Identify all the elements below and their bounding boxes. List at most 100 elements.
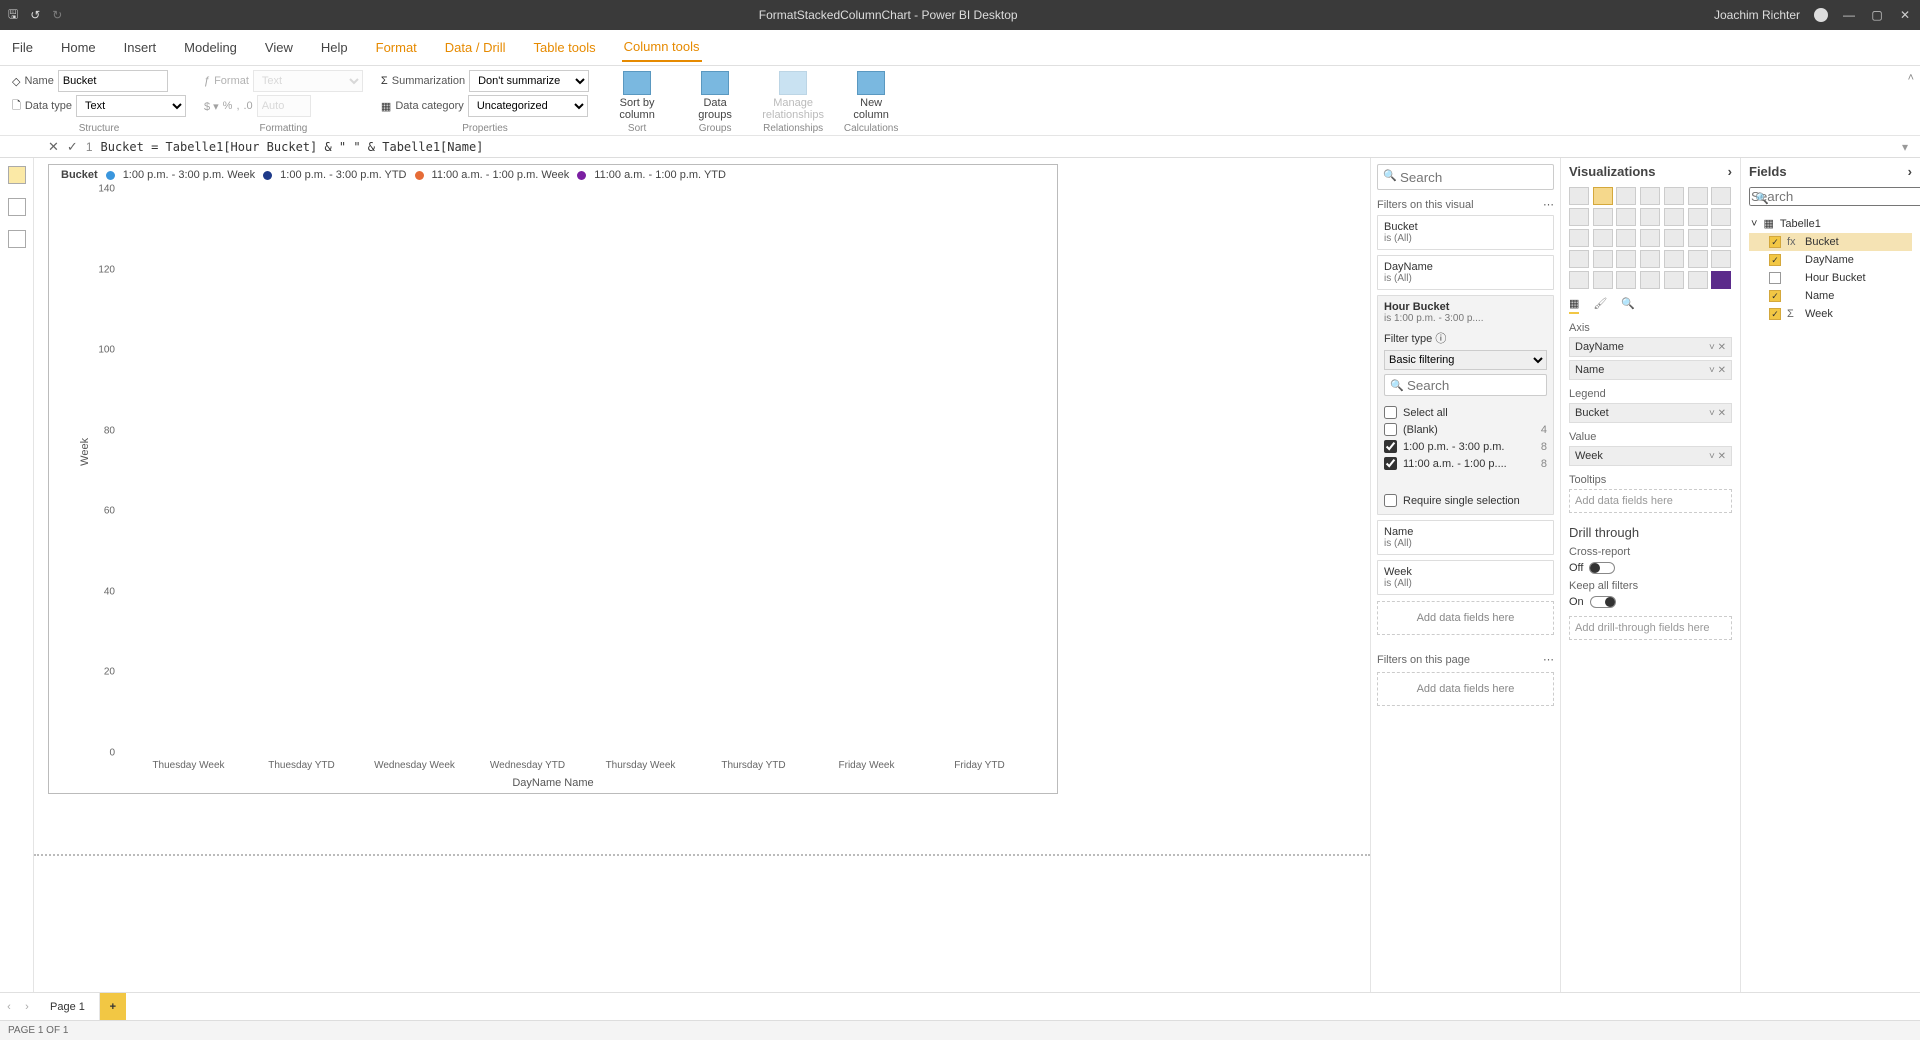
info-icon[interactable]: ⓘ <box>1435 333 1446 345</box>
viz-type-icon[interactable] <box>1688 208 1708 226</box>
format-tab-icon[interactable]: 🖌 <box>1593 297 1607 314</box>
table-header[interactable]: ˅ ▦ Tabelle1 <box>1749 214 1912 233</box>
menu-tab-data-drill[interactable]: Data / Drill <box>443 34 508 61</box>
viz-type-icon[interactable] <box>1569 208 1589 226</box>
menu-tab-column-tools[interactable]: Column tools <box>622 33 702 62</box>
user-name[interactable]: Joachim Richter <box>1714 8 1800 22</box>
filter-card[interactable]: Weekis (All) <box>1377 560 1554 595</box>
data-category-select[interactable]: Uncategorized <box>468 95 588 117</box>
viz-type-icon[interactable] <box>1569 229 1589 247</box>
viz-type-icon[interactable] <box>1711 229 1731 247</box>
summarization-select[interactable]: Don't summarize <box>469 70 589 92</box>
save-icon[interactable]: 🖫 <box>8 5 18 26</box>
viz-type-icon[interactable] <box>1569 250 1589 268</box>
chart-visual[interactable]: Bucket1:00 p.m. - 3:00 p.m. Week1:00 p.m… <box>48 164 1058 794</box>
viz-type-icon[interactable] <box>1569 271 1589 289</box>
viz-type-icon[interactable] <box>1711 250 1731 268</box>
viz-type-icon[interactable] <box>1640 187 1660 205</box>
viz-type-icon[interactable] <box>1711 187 1731 205</box>
viz-type-icon[interactable] <box>1664 187 1684 205</box>
tab-next-icon[interactable]: › <box>18 1001 36 1013</box>
tab-prev-icon[interactable]: ‹ <box>0 1001 18 1013</box>
keep-filters-toggle[interactable] <box>1590 596 1616 608</box>
drill-through-well[interactable]: Add drill-through fields here <box>1569 616 1732 640</box>
viz-type-icon[interactable] <box>1616 250 1636 268</box>
avatar[interactable] <box>1814 8 1828 22</box>
viz-type-icon[interactable] <box>1593 187 1613 205</box>
filters-search-input[interactable] <box>1377 164 1554 190</box>
add-page-filter-well[interactable]: Add data fields here <box>1377 672 1554 706</box>
viz-type-icon[interactable] <box>1688 250 1708 268</box>
filter-option-checkbox[interactable] <box>1384 406 1397 419</box>
analytics-tab-icon[interactable]: 🔍 <box>1621 297 1635 314</box>
data-groups-button[interactable]: Data groups <box>685 71 745 121</box>
data-view-icon[interactable] <box>8 198 26 216</box>
field-item[interactable]: ✓ΣWeek <box>1749 305 1912 323</box>
field-well-item[interactable]: Bucket˅ ✕ <box>1569 403 1732 423</box>
field-item[interactable]: Hour Bucket <box>1749 269 1912 287</box>
collapse-pane-icon[interactable]: › <box>1728 164 1732 179</box>
viz-type-icon[interactable] <box>1616 187 1636 205</box>
field-well-item[interactable]: DayName˅ ✕ <box>1569 337 1732 357</box>
viz-type-icon[interactable] <box>1616 208 1636 226</box>
fields-tab-icon[interactable]: ▦ <box>1569 297 1579 314</box>
filter-option-checkbox[interactable] <box>1384 457 1397 470</box>
filter-card-hour-bucket[interactable]: Hour Bucket is 1:00 p.m. - 3:00 p.... Fi… <box>1377 295 1554 515</box>
menu-tab-insert[interactable]: Insert <box>122 34 159 61</box>
viz-type-icon[interactable] <box>1688 271 1708 289</box>
field-well-item[interactable]: Name˅ ✕ <box>1569 360 1732 380</box>
formula-dropdown-icon[interactable]: ▾ <box>1896 140 1914 154</box>
commit-formula-icon[interactable]: ✓ <box>67 139 78 155</box>
collapse-ribbon-icon[interactable]: ˄ <box>1908 72 1914 84</box>
viz-type-icon[interactable] <box>1711 271 1731 289</box>
viz-type-icon[interactable] <box>1688 187 1708 205</box>
formula-text[interactable]: Bucket = Tabelle1[Hour Bucket] & " " & T… <box>101 140 1889 154</box>
more-icon[interactable]: ⋯ <box>1543 653 1554 666</box>
close-icon[interactable]: ✕ <box>1898 8 1912 22</box>
add-visual-filter-well[interactable]: Add data fields here <box>1377 601 1554 635</box>
viz-type-icon[interactable] <box>1593 250 1613 268</box>
filter-option-checkbox[interactable] <box>1384 440 1397 453</box>
viz-type-icon[interactable] <box>1664 208 1684 226</box>
viz-type-icon[interactable] <box>1616 271 1636 289</box>
menu-tab-home[interactable]: Home <box>59 34 98 61</box>
cancel-formula-icon[interactable]: ✕ <box>48 139 59 155</box>
redo-icon[interactable]: ↻ <box>52 8 62 22</box>
undo-icon[interactable]: ↺ <box>30 8 40 22</box>
require-single-checkbox[interactable] <box>1384 494 1397 507</box>
viz-type-icon[interactable] <box>1640 271 1660 289</box>
add-page-button[interactable]: + <box>100 993 126 1020</box>
field-item[interactable]: ✓fxBucket <box>1749 233 1912 251</box>
viz-type-icon[interactable] <box>1593 271 1613 289</box>
new-column-button[interactable]: New column <box>841 71 901 121</box>
maximize-icon[interactable]: ▢ <box>1870 8 1884 22</box>
viz-type-icon[interactable] <box>1616 229 1636 247</box>
report-view-icon[interactable] <box>8 166 26 184</box>
model-view-icon[interactable] <box>8 230 26 248</box>
fields-search-input[interactable] <box>1749 187 1920 206</box>
tooltips-well[interactable]: Add data fields here <box>1569 489 1732 513</box>
menu-tab-file[interactable]: File <box>10 34 35 61</box>
sort-by-column-button[interactable]: Sort by column <box>607 71 667 121</box>
filter-value-search[interactable] <box>1384 374 1547 396</box>
viz-type-icon[interactable] <box>1688 229 1708 247</box>
viz-type-icon[interactable] <box>1640 229 1660 247</box>
viz-type-icon[interactable] <box>1593 208 1613 226</box>
viz-type-icon[interactable] <box>1711 208 1731 226</box>
more-icon[interactable]: ⋯ <box>1543 198 1554 211</box>
filter-card[interactable]: DayNameis (All) <box>1377 255 1554 290</box>
viz-type-icon[interactable] <box>1569 187 1589 205</box>
menu-tab-table-tools[interactable]: Table tools <box>531 34 597 61</box>
filter-card[interactable]: Bucketis (All) <box>1377 215 1554 250</box>
datatype-select[interactable]: Text <box>76 95 186 117</box>
collapse-pane-icon[interactable]: › <box>1908 164 1912 179</box>
minimize-icon[interactable]: — <box>1842 8 1856 22</box>
viz-type-icon[interactable] <box>1664 250 1684 268</box>
menu-tab-modeling[interactable]: Modeling <box>182 34 239 61</box>
filter-card[interactable]: Nameis (All) <box>1377 520 1554 555</box>
viz-type-icon[interactable] <box>1640 208 1660 226</box>
filter-option-checkbox[interactable] <box>1384 423 1397 436</box>
viz-type-icon[interactable] <box>1593 229 1613 247</box>
menu-tab-view[interactable]: View <box>263 34 295 61</box>
cross-report-toggle[interactable] <box>1589 562 1615 574</box>
